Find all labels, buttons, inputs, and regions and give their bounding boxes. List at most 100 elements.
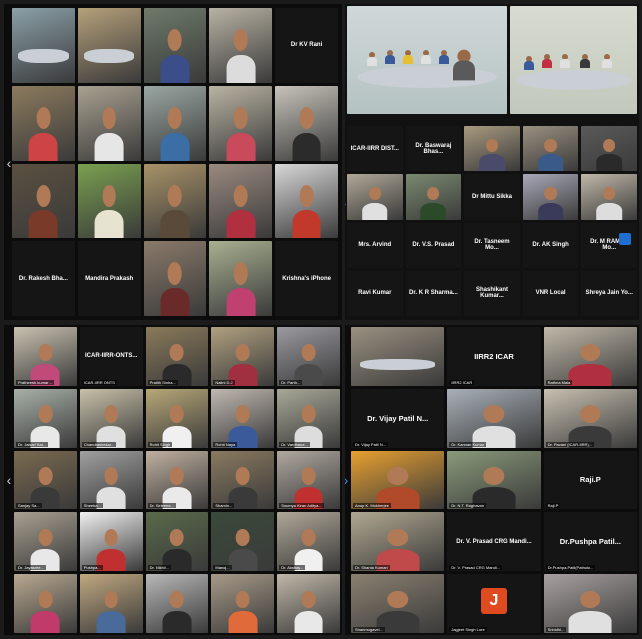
- participant-video-tile[interactable]: [277, 574, 340, 633]
- participant-video-tile[interactable]: Shashikant Kumar...: [464, 270, 520, 316]
- chevron-left-icon[interactable]: ‹: [4, 469, 14, 491]
- participant-video-tile[interactable]: Dr. Jaisari Kar...: [14, 388, 77, 448]
- participant-video-tile[interactable]: Nalini D.J: [211, 327, 275, 386]
- participant-video-tile[interactable]: Dr.Pushpa Patil... Dr.Pushpa.Patil(Pathol…: [543, 512, 637, 572]
- participant-video-tile[interactable]: Ravi Kumar: [347, 270, 403, 316]
- participant-video-tile[interactable]: [351, 327, 445, 386]
- participant-video-tile[interactable]: [12, 163, 75, 239]
- participant-video-tile[interactable]: Dr. Kannan Kumar: [447, 388, 541, 448]
- participant-video-tile[interactable]: ICAR-IIRR-ONTS... ICAR-IIRR ONTS: [79, 327, 143, 386]
- participant-video-tile[interactable]: [143, 241, 207, 316]
- participant-name-label: Dr. Vardhana...: [279, 441, 310, 447]
- participant-video-tile[interactable]: [209, 241, 273, 316]
- participant-video-tile[interactable]: Shanmugavel...: [351, 574, 445, 633]
- participant-video-tile[interactable]: Dr. Seleena...: [145, 450, 209, 510]
- participant-video-tile[interactable]: Mrs. Arvind: [347, 222, 403, 268]
- participant-video-tile[interactable]: Rathna Mala: [543, 327, 637, 386]
- participant-video-tile[interactable]: ICAR-IIRR DIST...: [347, 126, 403, 172]
- participant-video-tile[interactable]: Dr. Baswaraj Bhas...: [405, 126, 462, 172]
- chevron-left-icon[interactable]: ›: [345, 192, 349, 214]
- participant-figure: [94, 180, 124, 239]
- participant-video-tile[interactable]: Dr. V.S. Prasad: [405, 222, 462, 268]
- participant-video-tile[interactable]: Dr. K R Sharma...: [405, 270, 462, 316]
- participant-video-tile[interactable]: J Jagjeet Singh Lore: [447, 574, 541, 633]
- participant-video-tile[interactable]: Anup K. Mukherjee: [351, 450, 445, 510]
- participant-video-tile[interactable]: Sheeba...: [79, 450, 143, 510]
- participant-video-tile[interactable]: VNR Local: [522, 270, 579, 316]
- participant-video-tile[interactable]: Raji.P Raji.P: [543, 450, 637, 510]
- participant-figure: [292, 180, 322, 239]
- gallery-panel-top-right: ICAR-IIRR DIST... Dr. Baswaraj Bhas... Dr …: [345, 4, 639, 320]
- participant-video-tile[interactable]: Dr. Nikhil...: [145, 512, 209, 572]
- participant-video-tile[interactable]: Dr. Shanta Kumari: [351, 512, 445, 572]
- participant-video-tile[interactable]: [209, 85, 273, 161]
- participant-video-tile[interactable]: Krishna's iPhone: [275, 241, 338, 316]
- participant-video-tile[interactable]: Dr. N.T. Raghavan: [447, 450, 541, 510]
- participant-figure: [30, 587, 60, 633]
- participant-video-tile[interactable]: [347, 174, 403, 220]
- participant-video-tile[interactable]: Pratheesh.kumar…: [14, 327, 77, 386]
- participant-video-tile[interactable]: [143, 8, 207, 83]
- participant-video-tile[interactable]: Dr. Vardhana...: [277, 388, 340, 448]
- participant-video-tile[interactable]: Srinidhi...: [543, 574, 637, 633]
- participant-video-tile[interactable]: [464, 126, 520, 172]
- participant-name-label: Rathna Mala: [545, 379, 573, 385]
- participant-video-tile[interactable]: [145, 574, 209, 633]
- chevron-left-icon[interactable]: ‹: [4, 152, 14, 174]
- participant-video-tile[interactable]: Dr. AK Singh: [522, 222, 579, 268]
- participant-video-tile[interactable]: Dr Mittu Sikka: [464, 174, 520, 220]
- participant-video-tile[interactable]: [405, 174, 462, 220]
- participant-video-tile[interactable]: Shreya Jain Yo...: [581, 270, 637, 316]
- room-camera-feed[interactable]: [347, 6, 507, 114]
- participant-video-tile[interactable]: [77, 8, 141, 83]
- participant-video-tile[interactable]: Dr KV Rani: [275, 8, 338, 83]
- video-grid: ICAR-IIRR DIST... Dr. Baswaraj Bhas... Dr …: [347, 126, 637, 316]
- participant-video-tile[interactable]: Dr. Pavani (ICAR-IIRR)...: [543, 388, 637, 448]
- chevron-left-icon[interactable]: ›: [345, 469, 351, 491]
- participant-video-tile[interactable]: Dr. Rakesh Bha...: [12, 241, 75, 316]
- participant-video-tile[interactable]: Manoj...: [211, 512, 275, 572]
- participant-figure: [228, 525, 258, 572]
- participant-video-tile[interactable]: [581, 126, 637, 172]
- participant-video-tile[interactable]: Sanjay Sa...: [14, 450, 77, 510]
- participant-video-tile[interactable]: [12, 85, 75, 161]
- participant-video-tile[interactable]: [79, 574, 143, 633]
- participant-video-tile[interactable]: [77, 163, 141, 239]
- participant-video-tile[interactable]: IIRR2 ICAR IIRR2 ICAR: [447, 327, 541, 386]
- participant-video-tile[interactable]: [522, 174, 579, 220]
- participant-figure: [160, 258, 190, 316]
- participant-video-tile[interactable]: Dr. V. Prasad CRG Mandi... Dr. V. Prasad …: [447, 512, 541, 572]
- participant-video-tile[interactable]: Dr. M RAMES Mo...: [581, 222, 637, 268]
- participant-video-tile[interactable]: Shamin...: [211, 450, 275, 510]
- participant-video-tile[interactable]: [209, 163, 273, 239]
- gallery-panel-bottom-right: IIRR2 ICAR IIRR2 ICAR Rathna Mala Dr. Vijay…: [345, 325, 639, 635]
- participant-video-tile[interactable]: Dr. Akshay...: [277, 512, 340, 572]
- participant-video-tile[interactable]: Soumya Kiran Aditya...: [277, 450, 340, 510]
- participant-video-tile[interactable]: [275, 163, 338, 239]
- participant-video-tile[interactable]: Rohit Naya: [211, 388, 275, 448]
- participant-video-tile[interactable]: [275, 85, 338, 161]
- participant-video-tile[interactable]: [581, 174, 637, 220]
- participant-video-tile[interactable]: [143, 85, 207, 161]
- participant-video-tile[interactable]: [522, 126, 579, 172]
- participant-video-tile[interactable]: [14, 574, 77, 633]
- participant-video-tile[interactable]: Dr. Jayasree...: [14, 512, 77, 572]
- participant-video-tile[interactable]: Pushpa...: [79, 512, 143, 572]
- participant-name-display: Ravi Kumar: [358, 290, 392, 297]
- participant-name-label: Dr. Parth...: [279, 379, 303, 385]
- participant-video-tile[interactable]: Rohit Singh: [145, 388, 209, 448]
- participant-video-tile[interactable]: [211, 574, 275, 633]
- participant-video-tile[interactable]: Dr. Tasneem Mo...: [464, 222, 520, 268]
- participant-video-tile[interactable]: [12, 8, 75, 83]
- participant-video-tile[interactable]: Dr. Vijay Patil N... Dr. Vijay Patil N...: [351, 388, 445, 448]
- participant-name-label: ICAR-IIRR ONTS: [81, 379, 117, 385]
- room-camera-feed[interactable]: [510, 6, 637, 114]
- participant-name-display: Dr. Tasneem Mo...: [474, 239, 510, 252]
- participant-video-tile[interactable]: Chandrashekar...: [79, 388, 143, 448]
- participant-video-tile[interactable]: [77, 85, 141, 161]
- participant-video-tile[interactable]: Pratith Sinha...: [145, 327, 209, 386]
- participant-video-tile[interactable]: Dr. Parth...: [277, 327, 340, 386]
- participant-video-tile[interactable]: [143, 163, 207, 239]
- participant-video-tile[interactable]: Mandira Prakash: [77, 241, 141, 316]
- participant-video-tile[interactable]: [209, 8, 273, 83]
